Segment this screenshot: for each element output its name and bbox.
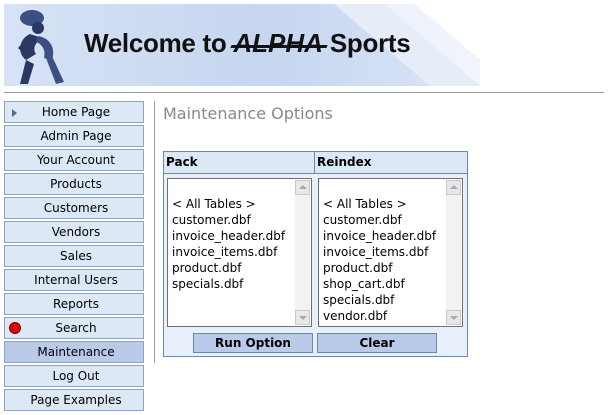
banner-title: Welcome to ALPHA Sports: [84, 28, 411, 64]
sidebar-item-log-out[interactable]: Log Out: [4, 365, 144, 387]
scroll-down-icon[interactable]: [295, 310, 310, 325]
sidebar-item-label: Page Examples: [30, 393, 122, 407]
sidebar-item-vendors[interactable]: Vendors: [4, 221, 144, 243]
reindex-header: Reindex: [315, 152, 467, 174]
list-item[interactable]: < All Tables >: [323, 196, 444, 212]
sidebar-item-label: Admin Page: [40, 129, 112, 143]
pack-list-items: < All Tables > customer.dbf invoice_head…: [172, 196, 293, 292]
list-item[interactable]: product.dbf: [172, 260, 293, 276]
sidebar-item-your-account[interactable]: Your Account: [4, 149, 144, 171]
sidebar-item-admin-page[interactable]: Admin Page: [4, 125, 144, 147]
banner-title-prefix: Welcome to: [84, 28, 227, 58]
list-item[interactable]: invoice_items.dbf: [172, 244, 293, 260]
sidebar-item-customers[interactable]: Customers: [4, 197, 144, 219]
list-item[interactable]: invoice_header.dbf: [323, 228, 444, 244]
list-item[interactable]: invoice_header.dbf: [172, 228, 293, 244]
reindex-list-items: < All Tables > customer.dbf invoice_head…: [323, 196, 444, 324]
sidebar-divider: [154, 101, 155, 363]
sidebar-item-label: Internal Users: [34, 273, 118, 287]
sidebar-item-page-examples[interactable]: Page Examples: [4, 389, 144, 411]
discus-thrower-logo: [18, 10, 64, 84]
sidebar-item-label: Search: [55, 321, 97, 335]
header-banner: Welcome to ALPHA Sports: [4, 4, 480, 86]
list-item[interactable]: < All Tables >: [172, 196, 293, 212]
banner-title-suffix: Sports: [329, 28, 411, 58]
sidebar-item-search[interactable]: Search: [4, 317, 144, 339]
sidebar-item-label: Reports: [52, 297, 100, 311]
sidebar-item-label: Home Page: [41, 105, 111, 119]
list-item[interactable]: shop_cart.dbf: [323, 276, 444, 292]
header-divider: [4, 92, 604, 93]
maintenance-options-panel: Pack Reindex < All Tables > customer.dbf…: [163, 151, 468, 357]
sidebar-item-reports[interactable]: Reports: [4, 293, 144, 315]
sidebar-item-label: Vendors: [51, 225, 101, 239]
sidebar-item-label: Log Out: [52, 369, 100, 383]
sidebar-item-sales[interactable]: Sales: [4, 245, 144, 267]
reindex-table-list[interactable]: < All Tables > customer.dbf invoice_head…: [318, 178, 463, 327]
clear-button[interactable]: Clear: [317, 333, 437, 353]
list-item[interactable]: vendor.dbf: [323, 308, 444, 324]
sidebar-item-label: Sales: [60, 249, 92, 263]
pack-scrollbar[interactable]: [295, 180, 310, 325]
run-option-button[interactable]: Run Option: [193, 333, 313, 353]
sidebar-item-label: Customers: [43, 201, 109, 215]
page-title: Maintenance Options: [163, 104, 333, 123]
sidebar-nav: Home Page Admin Page Your Account Produc…: [4, 101, 144, 413]
list-item[interactable]: specials.dbf: [323, 292, 444, 308]
list-item[interactable]: customer.dbf: [323, 212, 444, 228]
brand-name: ALPHA: [233, 28, 323, 58]
scroll-up-icon[interactable]: [295, 180, 310, 195]
sidebar-item-maintenance[interactable]: Maintenance: [4, 341, 144, 363]
scroll-down-icon[interactable]: [446, 310, 461, 325]
sidebar-item-label: Your Account: [37, 153, 115, 167]
list-item[interactable]: product.dbf: [323, 260, 444, 276]
sidebar-item-label: Products: [50, 177, 102, 191]
red-dot-icon: [9, 322, 21, 334]
reindex-scrollbar[interactable]: [446, 180, 461, 325]
sidebar-item-products[interactable]: Products: [4, 173, 144, 195]
pack-table-list[interactable]: < All Tables > customer.dbf invoice_head…: [167, 178, 312, 327]
sidebar-item-label: Maintenance: [37, 345, 115, 359]
list-item[interactable]: specials.dbf: [172, 276, 293, 292]
sidebar-item-internal-users[interactable]: Internal Users: [4, 269, 144, 291]
pack-header: Pack: [164, 152, 315, 174]
list-item[interactable]: customer.dbf: [172, 212, 293, 228]
arrow-right-icon: [12, 109, 17, 117]
list-item[interactable]: invoice_items.dbf: [323, 244, 444, 260]
scroll-up-icon[interactable]: [446, 180, 461, 195]
sidebar-item-home-page[interactable]: Home Page: [4, 101, 144, 123]
